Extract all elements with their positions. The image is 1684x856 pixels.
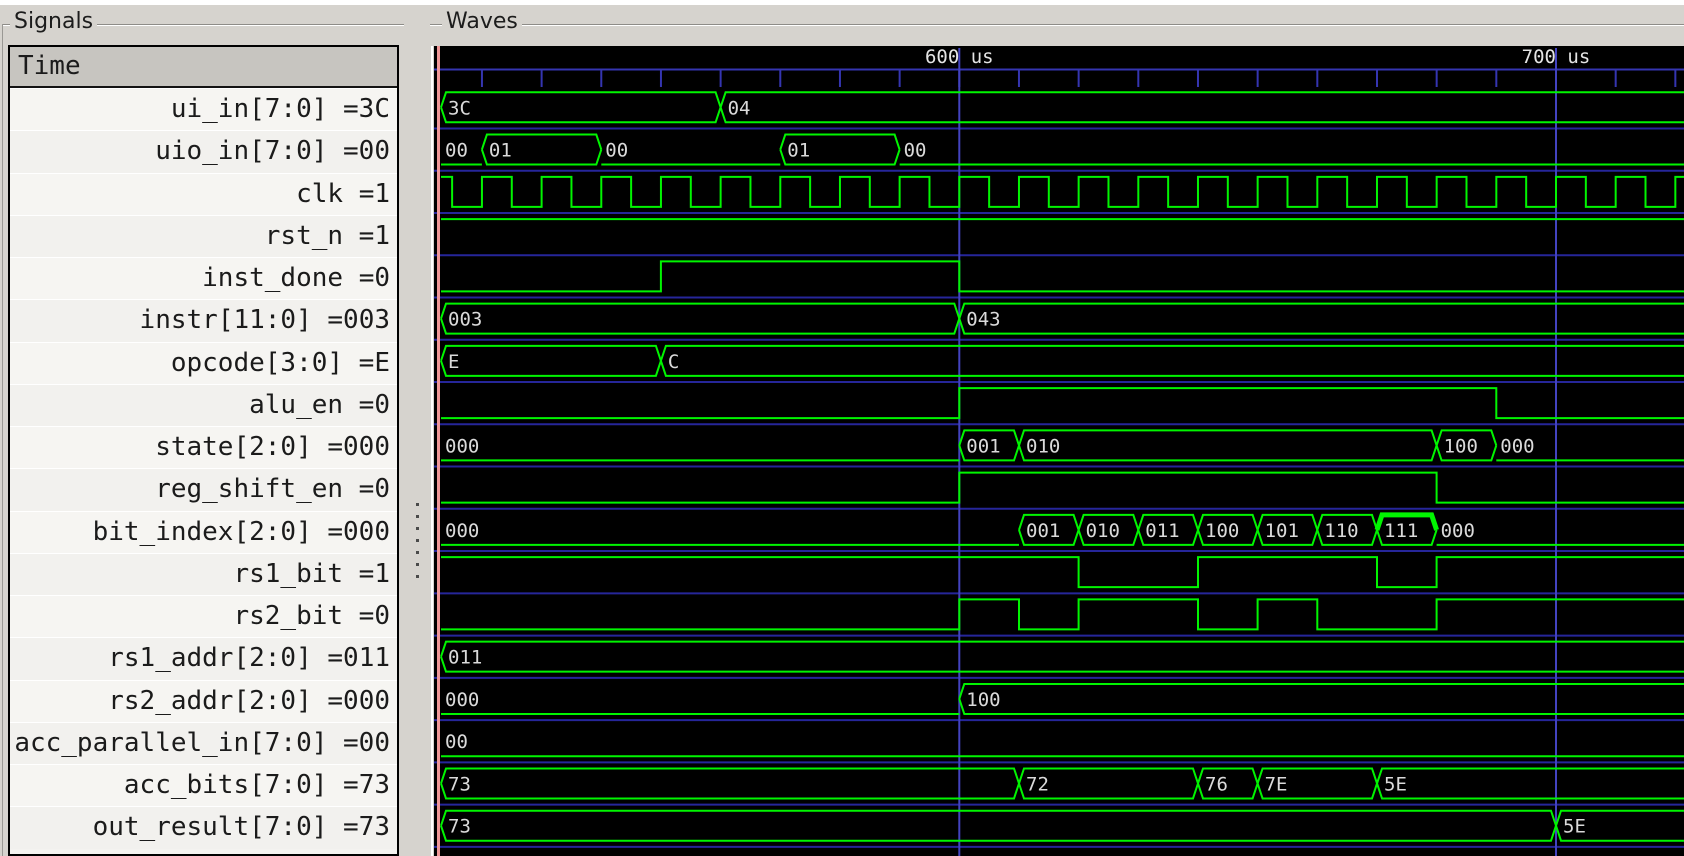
wave-canvas[interactable]: 600 us 700 us3C 0400 01 00 01 00003 043E C000 001… [434, 46, 1684, 856]
wave-value-label: 00 [605, 140, 628, 162]
signal-row-reg_shift_en[interactable]: reg_shift_en =0 [10, 468, 397, 511]
signal-row-acc_parallel_in[interactable]: acc_parallel_in[7:0] =00 [10, 721, 397, 764]
signal-row-inst_done[interactable]: inst_done =0 [10, 257, 397, 300]
wave-value-label: 010 [1086, 520, 1120, 542]
signals-frame-label: Signals [10, 11, 98, 33]
wave-value-label: 7E [1265, 773, 1288, 795]
wave-value-label: 5E [1563, 816, 1586, 838]
signal-row-clk[interactable]: clk =1 [10, 172, 397, 215]
waves-frame-label: Waves [442, 11, 522, 33]
time-header[interactable]: Time [10, 47, 397, 88]
wave-value-label: 01 [489, 140, 512, 162]
wave-value-label: 00 [904, 140, 927, 162]
signal-row-ui_in[interactable]: ui_in[7:0] =3C [10, 88, 397, 131]
wave-value-label: 101 [1265, 520, 1299, 542]
signal-row-opcode[interactable]: opcode[3:0] =E [10, 341, 397, 384]
wave-value-label: 111 [1384, 520, 1418, 542]
wave-value-label: 100 [966, 689, 1000, 711]
signal-row-out_result[interactable]: out_result[7:0] =73 [10, 806, 397, 849]
wave-value-label: 00 [445, 140, 468, 162]
wave-value-label: 76 [1205, 773, 1228, 795]
timeline-label: 600 us [925, 46, 994, 68]
wave-value-label: 001 [1026, 520, 1060, 542]
wave-value-label: 011 [1145, 520, 1179, 542]
signal-row-bit_index[interactable]: bit_index[2:0] =000 [10, 510, 397, 553]
wave-value-label: 73 [448, 816, 471, 838]
canvas-left-highlight [431, 46, 433, 856]
wave-value-label: 043 [966, 309, 1000, 331]
wave-value-label: 100 [1205, 520, 1239, 542]
wave-value-label: 110 [1324, 520, 1358, 542]
signal-row-uio_in[interactable]: uio_in[7:0] =00 [10, 130, 397, 173]
signal-row-acc_bits[interactable]: acc_bits[7:0] =73 [10, 764, 397, 807]
wave-value-label: 00 [445, 731, 468, 753]
pane-splitter[interactable] [401, 45, 432, 856]
wave-value-label: 000 [1441, 520, 1475, 542]
wave-value-label: 010 [1026, 435, 1060, 457]
wave-value-label: 011 [448, 647, 482, 669]
wave-value-label: 000 [1500, 435, 1534, 457]
waves-frame-border [430, 24, 1684, 26]
top-strip [0, 0, 1684, 5]
wave-value-label: 01 [787, 140, 810, 162]
signal-rows-container: ui_in[7:0] =3C uio_in[7:0] =00 clk =1 rst_n… [10, 88, 397, 849]
baseline-marker[interactable] [437, 46, 440, 856]
wave-value-label: 5E [1384, 773, 1407, 795]
wave-value-label: 72 [1026, 773, 1049, 795]
wave-value-label: 3C [448, 97, 471, 119]
signal-row-alu_en[interactable]: alu_en =0 [10, 383, 397, 426]
signal-row-rs2_addr[interactable]: rs2_addr[2:0] =000 [10, 679, 397, 722]
signals-frame-left-border [2, 24, 3, 856]
wave-value-label: 000 [445, 520, 479, 542]
signals-list: Time ui_in[7:0] =3C uio_in[7:0] =00 clk =1… [8, 45, 399, 856]
signal-row-rs1_bit[interactable]: rs1_bit =1 [10, 552, 397, 595]
signal-row-rs1_addr[interactable]: rs1_addr[2:0] =011 [10, 637, 397, 680]
signal-row-state[interactable]: state[2:0] =000 [10, 426, 397, 469]
wave-value-label: 001 [966, 435, 1000, 457]
wave-value-label: 73 [448, 773, 471, 795]
timeline-label: 700 us [1522, 46, 1591, 68]
signal-row-rst_n[interactable]: rst_n =1 [10, 214, 397, 257]
signal-row-instr[interactable]: instr[11:0] =003 [10, 299, 397, 342]
wave-value-label: 000 [445, 435, 479, 457]
wave-value-label: 04 [728, 97, 751, 119]
signal-row-rs2_bit[interactable]: rs2_bit =0 [10, 595, 397, 638]
wave-value-label: 000 [445, 689, 479, 711]
wave-value-label: 100 [1444, 435, 1478, 457]
wave-value-label: E [448, 351, 459, 373]
wave-value-label: 003 [448, 309, 482, 331]
wave-value-label: C [668, 351, 679, 373]
